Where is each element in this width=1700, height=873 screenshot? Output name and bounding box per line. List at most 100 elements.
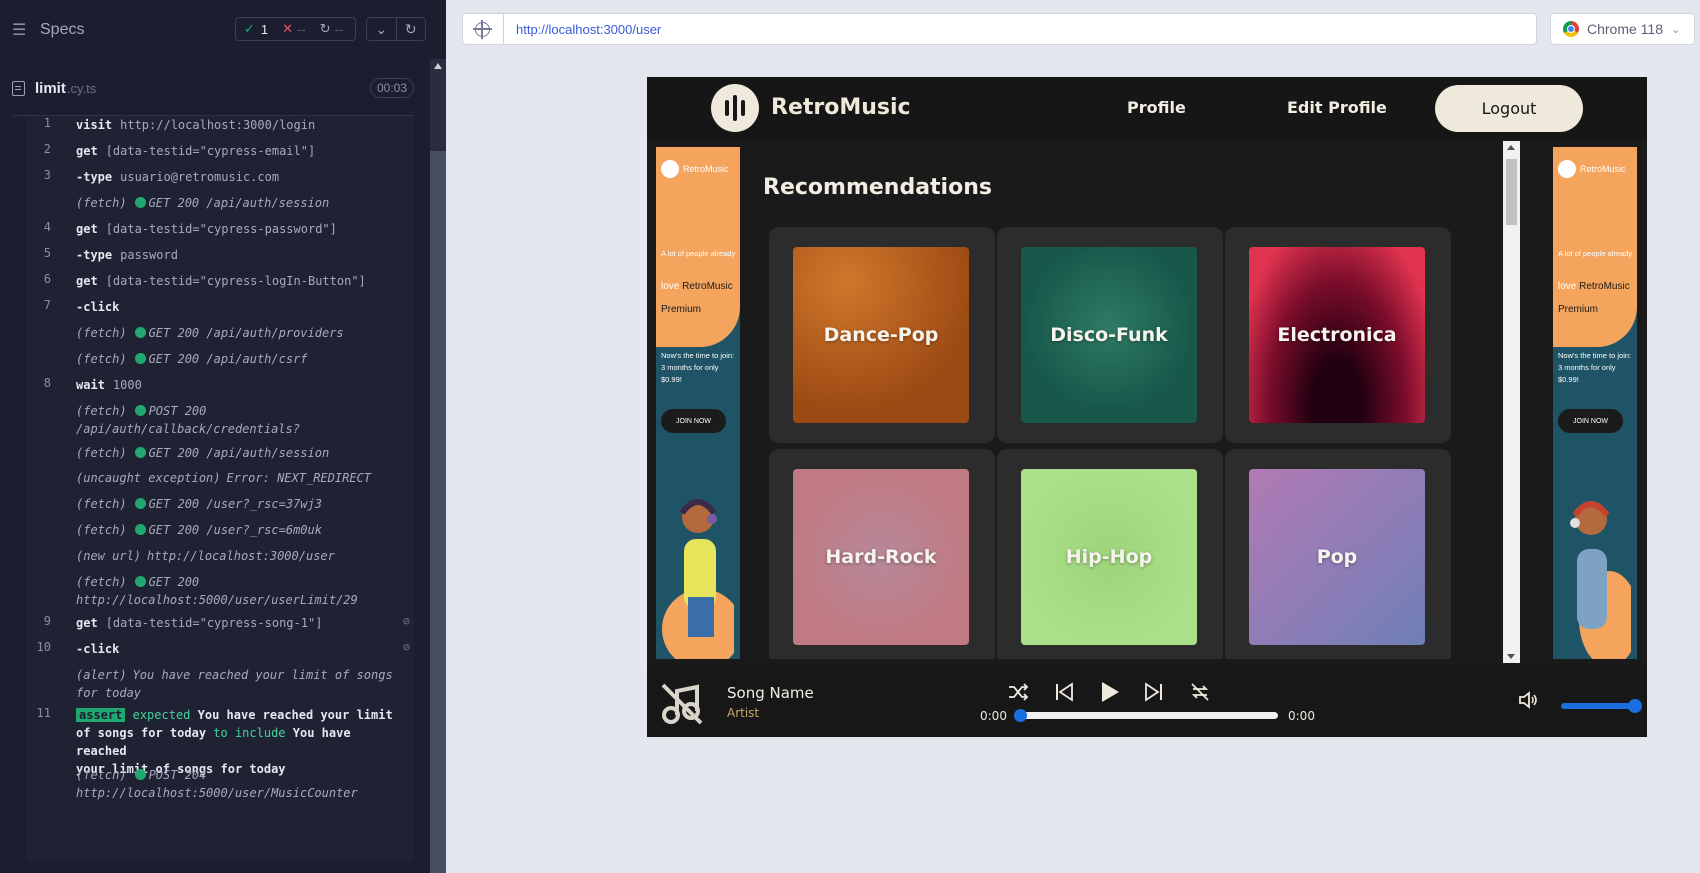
command-body: (fetch) GET 200 http://localhost:5000/user… <box>76 573 406 609</box>
command-number: 5 <box>43 246 51 260</box>
genre-cover-disco-funk[interactable]: Disco-Funk <box>1021 247 1197 423</box>
section-title: Recommendations <box>763 175 992 200</box>
genre-card-disco-funk[interactable]: Disco-Funk <box>997 227 1223 443</box>
command-body: visit http://localhost:3000/login <box>76 116 406 134</box>
previous-track-icon[interactable] <box>1053 681 1075 703</box>
ad-love-word: love <box>661 281 680 292</box>
globe-icon[interactable] <box>473 20 492 39</box>
event-message: GET 200 /user?_rsc=6m0uk <box>148 523 322 537</box>
scroll-down-arrow-icon[interactable] <box>1507 654 1515 659</box>
event-message: http://localhost:5000/user/userLimit/29 <box>76 593 358 607</box>
volume-slider[interactable] <box>1561 699 1642 713</box>
volume-knob[interactable] <box>1628 699 1642 713</box>
command-message: [data-testid="cypress-song-1"] <box>105 616 323 630</box>
song-progress-slider[interactable] <box>1014 709 1278 722</box>
command-number: 10 <box>36 640 51 654</box>
retromusic-logo-icon[interactable] <box>711 84 759 132</box>
event-message: GET 200 /api/auth/csrf <box>148 352 308 366</box>
ad-join-now-button[interactable]: JOIN NOW <box>1558 409 1623 433</box>
assert-keyword: to include <box>213 726 286 740</box>
genre-card-pop[interactable]: Pop <box>1225 449 1451 659</box>
event-message: GET 200 <box>148 575 200 589</box>
no-music-icon <box>661 683 703 725</box>
scroll-up-arrow-icon[interactable] <box>1507 145 1515 150</box>
command-log-scrollbar[interactable] <box>430 59 446 873</box>
chevron-down-icon: ⌄ <box>1671 23 1681 36</box>
command-name: visit <box>76 118 113 132</box>
event-message: http://localhost:5000/user/MusicCounter <box>76 786 358 800</box>
next-track-icon[interactable] <box>1143 681 1165 703</box>
left-premium-ad[interactable]: RetroMusic A lot of people already love … <box>656 147 740 659</box>
assert-keyword: expected <box>132 708 191 722</box>
genre-card-hard-rock[interactable]: Hard-Rock <box>769 449 995 659</box>
event-message: /api/auth/callback/credentials? <box>76 422 300 436</box>
browser-selector[interactable]: Chrome 118 ⌄ <box>1550 13 1695 45</box>
event-message: GET 200 /api/auth/providers <box>148 326 344 340</box>
event-message: You have reached your limit of songs <box>132 668 393 682</box>
event-message: GET 200 /user?_rsc=37wj3 <box>148 497 322 511</box>
status-dot-icon <box>134 576 146 587</box>
genre-cover-hip-hop[interactable]: Hip-Hop <box>1021 469 1197 645</box>
time-elapsed: 0:00 <box>980 709 1007 723</box>
event-message: POST 200 <box>148 404 207 418</box>
failed-count: -- <box>297 21 306 37</box>
scrollbar-thumb[interactable] <box>1506 159 1517 225</box>
repeat-off-icon[interactable] <box>1189 681 1211 703</box>
shuffle-icon[interactable] <box>1007 681 1029 703</box>
command-body: wait 1000 <box>76 376 406 394</box>
genre-card-hip-hop[interactable]: Hip-Hop <box>997 449 1223 659</box>
genre-cover-electronica[interactable]: Electronica <box>1249 247 1425 423</box>
cypress-runner-panel: ☰ Specs ✓ 1 ✕ -- ↻ -- ⌄ ↻ limit .cy.ts 0… <box>0 0 446 873</box>
command-message: http://localhost:3000/login <box>120 118 316 132</box>
right-premium-ad[interactable]: RetroMusic A lot of people already love … <box>1553 147 1637 659</box>
spec-file-row[interactable]: limit .cy.ts 00:03 <box>12 76 414 100</box>
command-number: 6 <box>43 272 51 286</box>
genre-card-dance-pop[interactable]: Dance-Pop <box>769 227 995 443</box>
spec-duration: 00:03 <box>369 78 414 98</box>
specs-label[interactable]: Specs <box>40 21 84 39</box>
content-scrollbar[interactable] <box>1503 141 1520 663</box>
assert-badge: assert <box>76 708 126 722</box>
command-name: -click <box>76 642 120 656</box>
command-message: password <box>120 248 178 262</box>
scrollbar-thumb[interactable] <box>430 151 446 873</box>
scroll-up-arrow-icon[interactable] <box>434 63 442 69</box>
ad-join-now-button[interactable]: JOIN NOW <box>661 409 726 433</box>
logout-button[interactable]: Logout <box>1435 85 1583 132</box>
genre-cover-pop[interactable]: Pop <box>1249 469 1425 645</box>
runner-controls: ⌄ ↻ <box>366 17 426 41</box>
nav-edit-profile-link[interactable]: Edit Profile <box>1287 98 1387 117</box>
event-type: (alert) <box>76 668 127 682</box>
chevron-down-icon[interactable]: ⌄ <box>367 18 397 40</box>
ad-promo-line2: 3 months for only $0.99! <box>661 363 719 384</box>
rerun-icon[interactable]: ↻ <box>397 18 426 40</box>
status-dot-icon <box>134 447 146 458</box>
url-bar[interactable]: http://localhost:3000/user <box>462 13 1537 45</box>
ad-promo-line1: Now's the time to join: <box>1558 351 1632 360</box>
volume-icon[interactable] <box>1517 689 1539 711</box>
command-body: (uncaught exception) Error: NEXT_REDIRECT <box>76 469 406 487</box>
event-type: (new url) <box>76 549 142 563</box>
time-total: 0:00 <box>1288 709 1315 723</box>
genre-cover-dance-pop[interactable]: Dance-Pop <box>793 247 969 423</box>
command-name: get <box>76 222 98 236</box>
listener-illustration <box>662 499 734 659</box>
genre-cover-hard-rock[interactable]: Hard-Rock <box>793 469 969 645</box>
progress-knob[interactable] <box>1014 709 1027 722</box>
event-type: (fetch) <box>76 404 127 418</box>
specs-list-icon[interactable]: ☰ <box>12 20 30 40</box>
genre-card-electronica[interactable]: Electronica <box>1225 227 1451 443</box>
ad-tagline: love RetroMusic Premium <box>1558 275 1634 321</box>
nav-profile-link[interactable]: Profile <box>1127 98 1186 117</box>
url-text[interactable]: http://localhost:3000/user <box>516 22 661 37</box>
ad-brand: RetroMusic <box>683 164 729 174</box>
status-dot-icon <box>134 327 146 338</box>
command-name: get <box>76 616 98 630</box>
command-body: (new url) http://localhost:3000/user <box>76 547 406 565</box>
brand-name[interactable]: RetroMusic <box>771 95 911 120</box>
ad-love-word: love <box>1558 281 1577 292</box>
ad-headline: A lot of people already <box>661 249 736 258</box>
ad-brand-name: RetroMusic <box>1579 281 1630 292</box>
passed-count: 1 <box>260 21 269 37</box>
play-icon[interactable] <box>1096 679 1122 705</box>
